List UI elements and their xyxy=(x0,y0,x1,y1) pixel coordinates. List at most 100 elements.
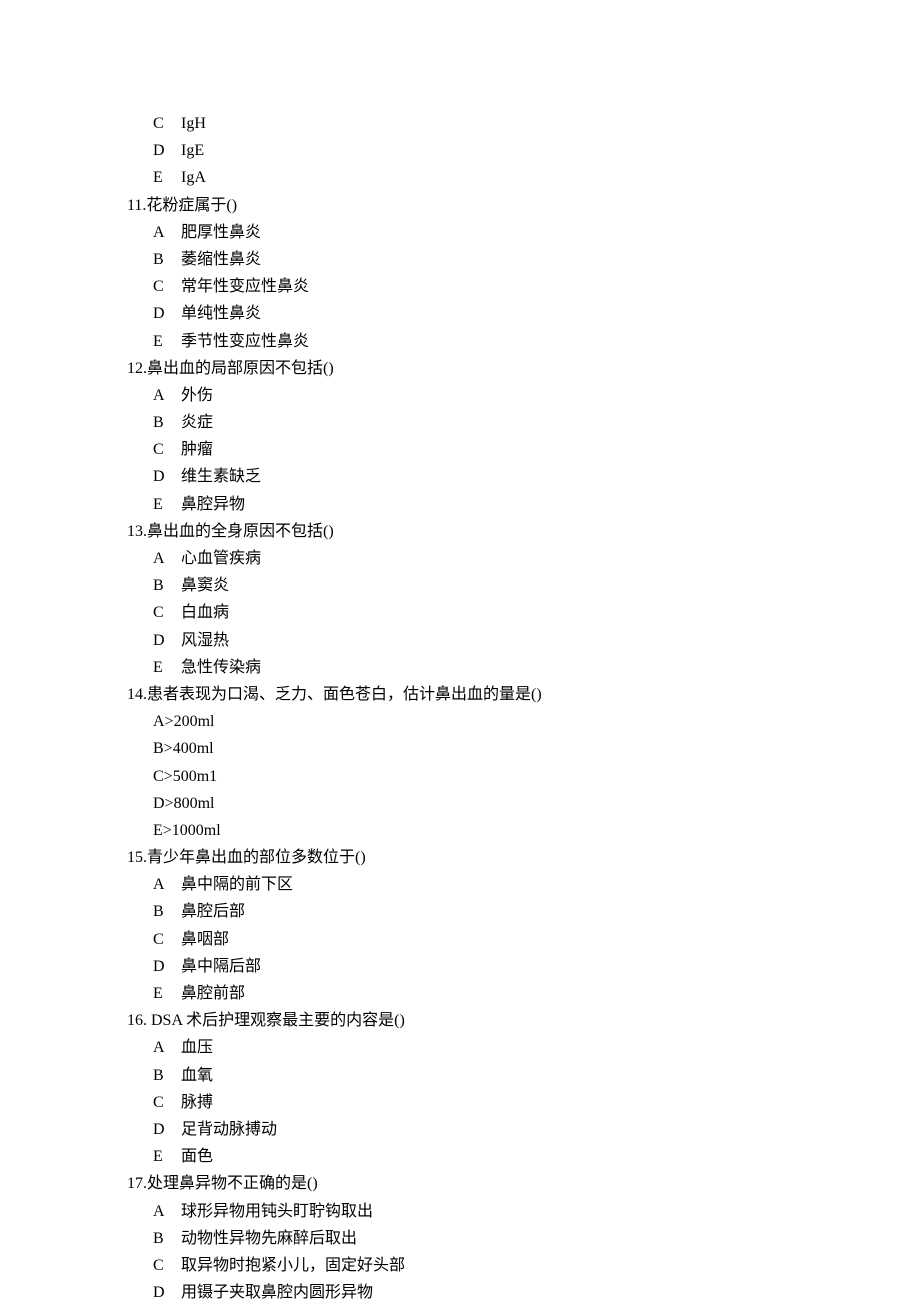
option-row: C>500m1 xyxy=(127,763,920,790)
question-text: 处理鼻异物不正确的是() xyxy=(147,1175,318,1192)
option-text: 风湿热 xyxy=(181,632,229,649)
option-text: IgA xyxy=(181,169,206,186)
option-text: 鼻腔前部 xyxy=(181,985,245,1002)
option-text: 鼻腔后部 xyxy=(181,903,245,920)
option-letter: C xyxy=(153,1089,181,1116)
option-row: CIgH xyxy=(127,110,920,137)
option-row: B鼻窦炎 xyxy=(127,572,920,599)
option-row: C取异物时抱紧小儿，固定好头部 xyxy=(127,1252,920,1279)
option-text: 炎症 xyxy=(181,414,213,431)
option-row: C常年性变应性鼻炎 xyxy=(127,273,920,300)
option-letter: C xyxy=(153,1252,181,1279)
option-text: IgH xyxy=(181,115,206,132)
option-row: C白血病 xyxy=(127,599,920,626)
option-letter: D xyxy=(153,953,181,980)
option-text: D>800ml xyxy=(153,795,214,812)
option-letter: B xyxy=(153,1225,181,1252)
question-stem: 12.鼻出血的局部原因不包括() xyxy=(127,355,920,382)
option-row: C鼻咽部 xyxy=(127,926,920,953)
question-number: 13. xyxy=(127,523,147,540)
option-row: A血压 xyxy=(127,1034,920,1061)
question-number: 14. xyxy=(127,686,147,703)
option-letter: B xyxy=(153,246,181,273)
option-row: DIgE xyxy=(127,137,920,164)
option-text: IgE xyxy=(181,142,204,159)
option-text: 常年性变应性鼻炎 xyxy=(181,278,309,295)
option-text: 鼻中隔后部 xyxy=(181,958,261,975)
option-text: 鼻腔异物 xyxy=(181,496,245,513)
option-text: 用镊子夹取鼻腔内圆形异物 xyxy=(181,1284,373,1301)
option-letter: E xyxy=(153,328,181,355)
option-row: D>800ml xyxy=(127,790,920,817)
option-text: 白血病 xyxy=(181,604,229,621)
option-row: A心血管疾病 xyxy=(127,545,920,572)
option-text: 球形异物用钝头盯聍钩取出 xyxy=(181,1203,373,1220)
question-stem: 16. DSA 术后护理观察最主要的内容是() xyxy=(127,1007,920,1034)
option-row: E季节性变应性鼻炎 xyxy=(127,328,920,355)
option-text: 脉搏 xyxy=(181,1094,213,1111)
option-text: 鼻窦炎 xyxy=(181,577,229,594)
question-text: 鼻出血的局部原因不包括() xyxy=(147,360,334,377)
option-letter: B xyxy=(153,898,181,925)
question-text: 患者表现为口渴、乏力、面色苍白，估计鼻出血的量是() xyxy=(147,686,542,703)
option-text: 血压 xyxy=(181,1039,213,1056)
option-letter: C xyxy=(153,436,181,463)
option-letter: C xyxy=(153,110,181,137)
option-text: E>1000ml xyxy=(153,822,221,839)
option-row: A肥厚性鼻炎 xyxy=(127,219,920,246)
option-letter: B xyxy=(153,409,181,436)
option-row: B炎症 xyxy=(127,409,920,436)
option-row: B血氧 xyxy=(127,1062,920,1089)
option-row: D维生素缺乏 xyxy=(127,463,920,490)
option-row: B动物性异物先麻醉后取出 xyxy=(127,1225,920,1252)
option-letter: A xyxy=(153,382,181,409)
option-row: E鼻腔异物 xyxy=(127,491,920,518)
option-row: E急性传染病 xyxy=(127,654,920,681)
option-letter: E xyxy=(153,654,181,681)
option-letter: A xyxy=(153,871,181,898)
question-text: DSA 术后护理观察最主要的内容是() xyxy=(147,1012,405,1029)
document-page: CIgHDIgEEIgA 11.花粉症属于()A肥厚性鼻炎B萎缩性鼻炎C常年性变… xyxy=(0,0,920,1306)
option-text: C>500m1 xyxy=(153,768,217,785)
option-row: EIgA xyxy=(127,164,920,191)
option-text: 鼻中隔的前下区 xyxy=(181,876,293,893)
question-stem: 13.鼻出血的全身原因不包括() xyxy=(127,518,920,545)
option-letter: A xyxy=(153,219,181,246)
option-row: E>1000ml xyxy=(127,817,920,844)
option-text: 外伤 xyxy=(181,387,213,404)
question-number: 16. xyxy=(127,1012,147,1029)
option-row: D单纯性鼻炎 xyxy=(127,300,920,327)
questions-block: 11.花粉症属于()A肥厚性鼻炎B萎缩性鼻炎C常年性变应性鼻炎D单纯性鼻炎E季节… xyxy=(127,192,920,1306)
option-letter: E xyxy=(153,1143,181,1170)
option-text: 动物性异物先麻醉后取出 xyxy=(181,1230,357,1247)
question-text: 花粉症属于() xyxy=(146,197,237,214)
pre-options-block: CIgHDIgEEIgA xyxy=(127,110,920,192)
option-row: A>200ml xyxy=(127,708,920,735)
question-stem: 17.处理鼻异物不正确的是() xyxy=(127,1170,920,1197)
option-letter: D xyxy=(153,627,181,654)
question-number: 12. xyxy=(127,360,147,377)
option-letter: D xyxy=(153,137,181,164)
option-letter: D xyxy=(153,300,181,327)
option-letter: B xyxy=(153,572,181,599)
option-row: A球形异物用钝头盯聍钩取出 xyxy=(127,1198,920,1225)
option-letter: D xyxy=(153,463,181,490)
option-text: 足背动脉搏动 xyxy=(181,1121,277,1138)
option-letter: B xyxy=(153,1062,181,1089)
question-number: 17. xyxy=(127,1175,147,1192)
question-number: 11. xyxy=(127,197,146,214)
option-text: 单纯性鼻炎 xyxy=(181,305,261,322)
question-number: 15. xyxy=(127,849,147,866)
option-text: 鼻咽部 xyxy=(181,931,229,948)
option-text: 肥厚性鼻炎 xyxy=(181,224,261,241)
option-letter: C xyxy=(153,273,181,300)
option-row: A外伤 xyxy=(127,382,920,409)
option-row: E鼻腔前部 xyxy=(127,980,920,1007)
option-row: B萎缩性鼻炎 xyxy=(127,246,920,273)
option-row: E面色 xyxy=(127,1143,920,1170)
option-text: 血氧 xyxy=(181,1067,213,1084)
option-letter: E xyxy=(153,980,181,1007)
option-text: 取异物时抱紧小儿，固定好头部 xyxy=(181,1257,405,1274)
option-letter: A xyxy=(153,1198,181,1225)
option-text: 肿瘤 xyxy=(181,441,213,458)
